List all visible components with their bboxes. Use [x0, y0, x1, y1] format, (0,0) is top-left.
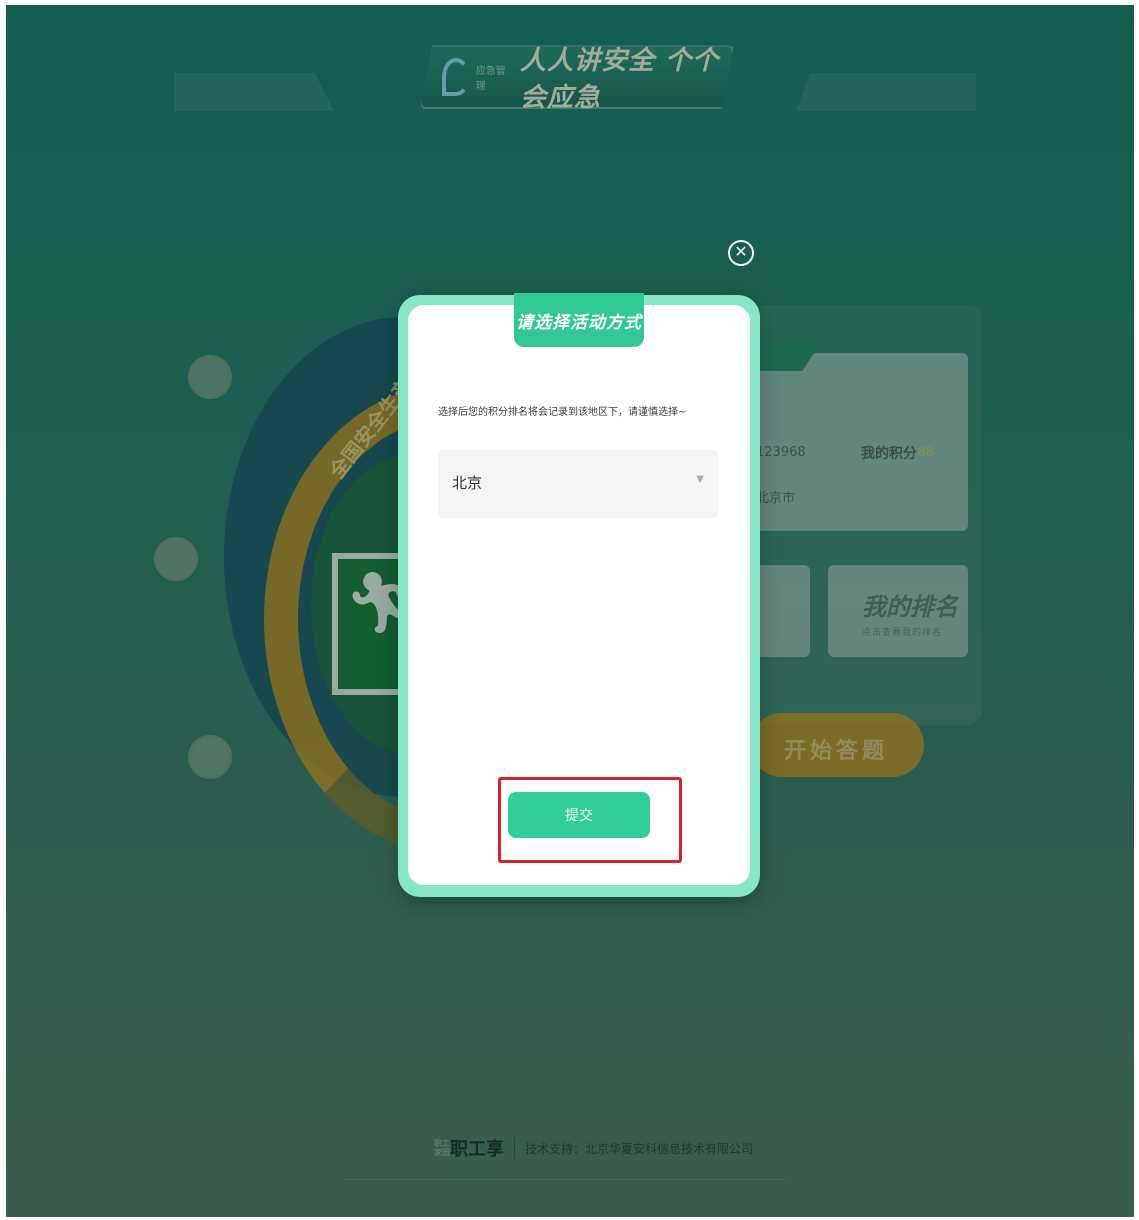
dialog-body: 选择后您的积分排名将会记录到该地区下，请谨慎选择~ 北京 ▼ 提交: [408, 305, 750, 885]
activity-mode-dialog: 选择后您的积分排名将会记录到该地区下，请谨慎选择~ 北京 ▼ 提交 请选择活动方…: [398, 293, 760, 897]
app-frame: 应急管理 人人讲安全 个个会应急 全国安全生产月 🏃︎ 123968 我的积分 …: [6, 5, 1134, 1217]
dialog-instruction: 选择后您的积分排名将会记录到该地区下，请谨慎选择~: [438, 407, 687, 418]
dialog-title-tab: 请选择活动方式: [514, 293, 644, 347]
region-selected-value: 北京: [452, 474, 483, 492]
submit-button[interactable]: 提交: [508, 792, 650, 838]
caret-down-icon: ▼: [696, 474, 704, 485]
close-icon[interactable]: ✕: [728, 240, 754, 266]
region-select[interactable]: 北京 ▼: [438, 450, 718, 518]
dialog-title: 请选择活动方式: [516, 312, 642, 333]
